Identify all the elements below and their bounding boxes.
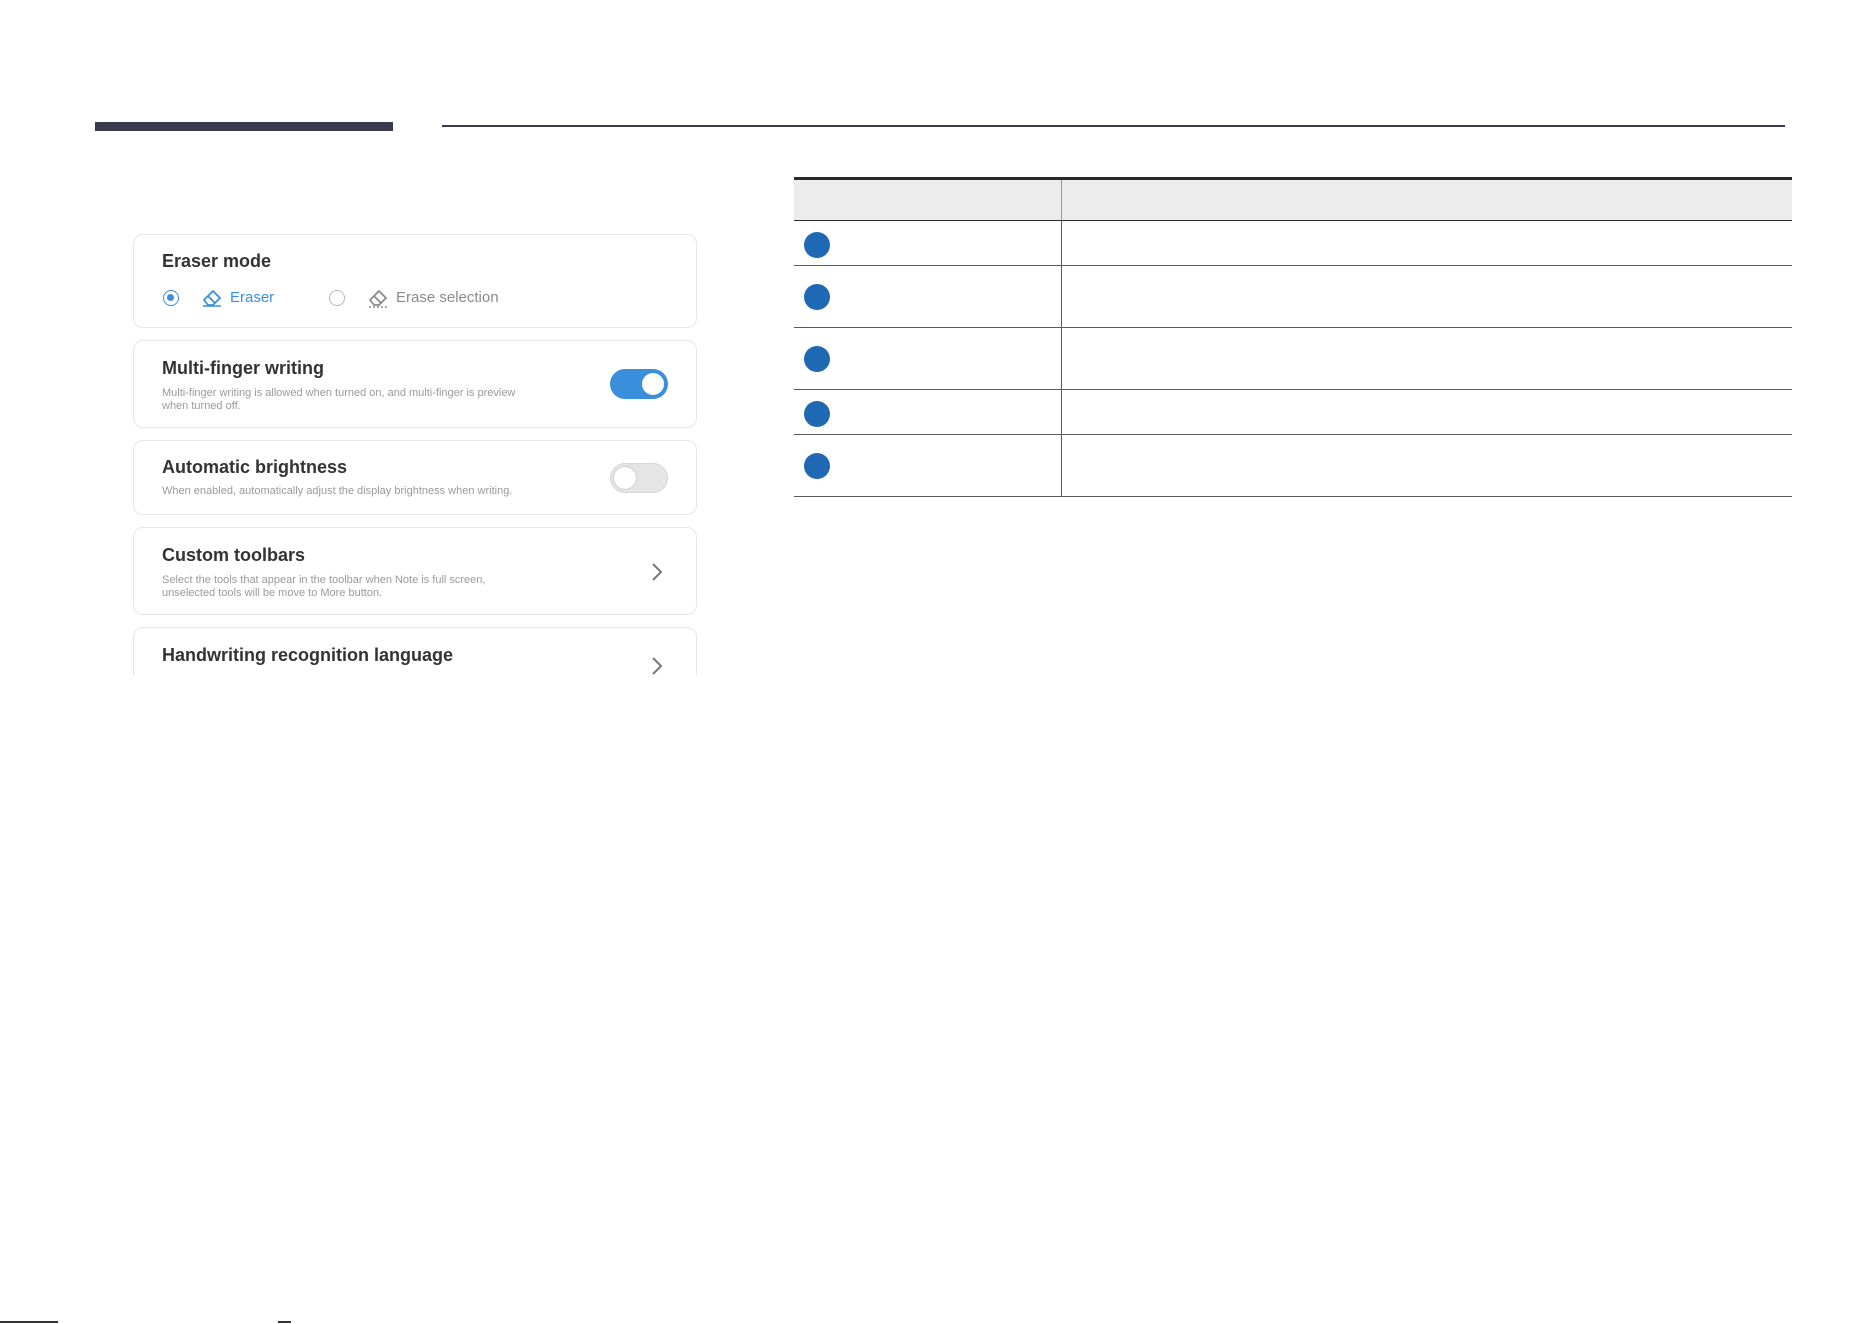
eraser-radio[interactable] (163, 290, 179, 306)
number-badge (804, 232, 830, 258)
auto-brightness-toggle[interactable] (610, 463, 668, 493)
number-badge (804, 284, 830, 310)
footer-mark (0, 1321, 58, 1323)
table-cell (794, 265, 1062, 328)
erase-selection-icon (369, 290, 387, 308)
heading-accent-bar (95, 122, 393, 131)
erase-selection-radio[interactable] (329, 290, 345, 306)
handwriting-language-title: Handwriting recognition language (162, 645, 454, 665)
table-cell (1061, 389, 1792, 435)
table-cell (1061, 265, 1792, 328)
auto-brightness-description: When enabled, automatically adjust the d… (162, 485, 513, 497)
table-header-row (794, 177, 1792, 221)
custom-toolbars-description-line2: unselected tools will be move to More bu… (162, 587, 383, 599)
eraser-mode-card: Eraser mode Eraser Erase selection (133, 234, 697, 328)
eraser-option-label[interactable]: Eraser (230, 289, 274, 306)
table-header-cell (794, 177, 1062, 221)
table-row (794, 327, 1792, 390)
table-row (794, 389, 1792, 435)
table-cell (794, 327, 1062, 390)
number-badge (804, 346, 830, 372)
table-row (794, 434, 1792, 497)
heading-rule (442, 125, 1785, 127)
multi-finger-toggle[interactable] (610, 369, 668, 399)
table-cell (1061, 434, 1792, 497)
reference-table (794, 177, 1792, 497)
chevron-right-icon (652, 657, 663, 675)
auto-brightness-title: Automatic brightness (162, 457, 348, 477)
auto-brightness-card: Automatic brightness When enabled, autom… (133, 440, 697, 515)
eraser-mode-title: Eraser mode (162, 251, 272, 271)
table-cell (1061, 220, 1792, 266)
custom-toolbars-title: Custom toolbars (162, 545, 306, 565)
multi-finger-description-line1: Multi-finger writing is allowed when tur… (162, 387, 516, 399)
custom-toolbars-description-line1: Select the tools that appear in the tool… (162, 574, 486, 586)
table-header-cell (1061, 177, 1792, 221)
number-badge (804, 401, 830, 427)
number-badge (804, 453, 830, 479)
custom-toolbars-description: Select the tools that appear in the tool… (162, 574, 582, 600)
toggle-knob (642, 373, 664, 395)
footer-mark (278, 1321, 291, 1323)
toggle-knob (614, 467, 636, 489)
erase-selection-option-label[interactable]: Erase selection (396, 289, 499, 306)
table-row (794, 265, 1792, 328)
multi-finger-description-line2: when turned off. (162, 400, 241, 412)
multi-finger-title: Multi-finger writing (162, 358, 324, 378)
multi-finger-card: Multi-finger writing Multi-finger writin… (133, 340, 697, 428)
table-cell (1061, 327, 1792, 390)
table-row (794, 220, 1792, 266)
table-cell (794, 389, 1062, 435)
table-cell (794, 220, 1062, 266)
settings-panel: Eraser mode Eraser Erase selection Multi… (133, 234, 701, 675)
custom-toolbars-card[interactable]: Custom toolbars Select the tools that ap… (133, 527, 697, 615)
eraser-icon (203, 290, 221, 307)
table-cell (794, 434, 1062, 497)
multi-finger-description: Multi-finger writing is allowed when tur… (162, 387, 582, 413)
handwriting-language-card[interactable]: Handwriting recognition language (133, 627, 697, 675)
chevron-right-icon (652, 563, 663, 581)
